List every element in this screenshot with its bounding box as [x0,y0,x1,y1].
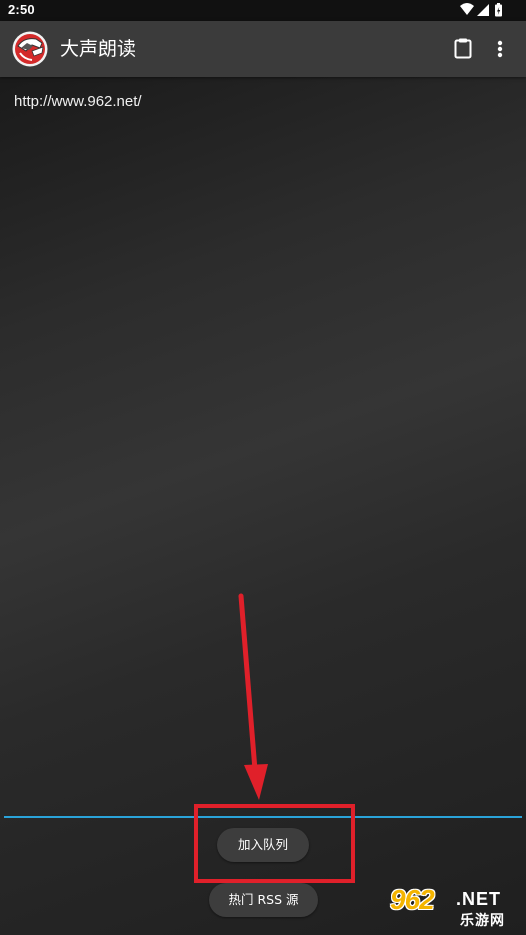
app-bar: 大声朗读 [0,21,526,77]
app-title: 大声朗读 [60,38,137,60]
status-bar: 2:50 [0,0,526,21]
arrow-shaft [238,593,258,773]
app-screen: 2:50 大声朗读 http://www.962.net/ 加入队列 热门 RS… [0,0,526,935]
watermark-suffix: .NET [456,889,502,909]
watermark-site: 乐游网 [460,913,505,929]
app-logo-icon[interactable] [12,31,48,67]
battery-icon [495,3,502,17]
signal-icon [477,4,489,16]
clipboard-icon[interactable] [449,35,477,63]
arrow-head [244,764,268,800]
wifi-icon [460,3,474,15]
watermark-logo: 962 .NET 乐游网 [386,884,522,931]
popular-rss-button[interactable]: 热门 RSS 源 [209,883,318,917]
status-icons [460,3,502,17]
annotation-arrow [238,593,268,800]
url-text-content[interactable]: http://www.962.net/ [14,93,142,110]
status-time: 2:50 [8,2,35,17]
highlight-box [194,804,355,883]
overflow-menu-icon[interactable] [488,35,512,63]
watermark-number: 962 [390,884,435,915]
